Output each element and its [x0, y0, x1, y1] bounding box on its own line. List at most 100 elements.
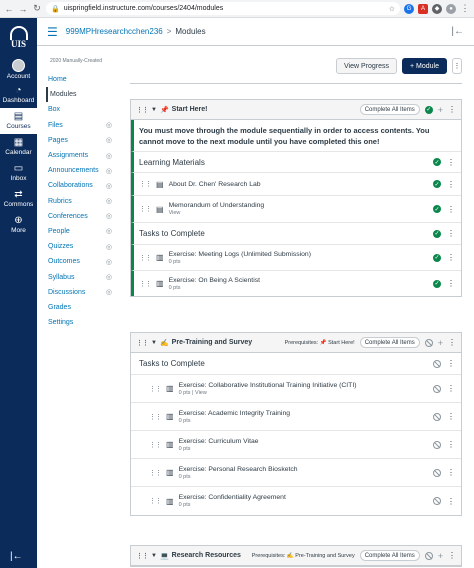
item-title[interactable]: Exercise: On Being A Scientist [169, 277, 260, 284]
star-icon[interactable]: ☆ [389, 5, 395, 13]
course-nav-item-grades[interactable]: Grades [46, 300, 116, 315]
drag-handle-icon[interactable]: ⋮⋮ [149, 497, 162, 505]
back-icon[interactable]: ← [4, 4, 14, 14]
course-nav-item-syllabus[interactable]: Syllabus ◎ [46, 269, 116, 284]
module-item[interactable]: ⋮⋮ ▥ Exercise: Personal Research Biosket… [131, 459, 461, 487]
complete-all-items-button[interactable]: Complete All Items [359, 550, 420, 561]
course-nav-item-settings[interactable]: Settings [46, 315, 116, 330]
item-title[interactable]: Exercise: Meeting Logs (Unlimited Submis… [169, 251, 311, 258]
item-title[interactable]: Exercise: Academic Integrity Training [179, 410, 290, 417]
item-title[interactable]: Exercise: Personal Research Biosketch [179, 466, 298, 473]
item-options-icon[interactable]: ⋮ [447, 229, 455, 238]
nav-account[interactable]: Account [0, 56, 37, 82]
item-options-icon[interactable]: ⋮ [447, 412, 455, 421]
item-options-icon[interactable]: ⋮ [447, 468, 455, 477]
extension-g-icon[interactable]: G [404, 3, 414, 14]
course-nav-item-announcements[interactable]: Announcements ◎ [46, 163, 116, 178]
course-nav-item-files[interactable]: Files ◎ [46, 118, 116, 133]
breadcrumb-course[interactable]: 999MPHresearchcchen236 [66, 27, 163, 36]
item-options-icon[interactable]: ⋮ [447, 205, 455, 214]
item-options-icon[interactable]: ⋮ [447, 158, 455, 167]
module-options-icon[interactable]: ⋮ [448, 551, 456, 560]
module-item[interactable]: ⋮⋮ ▥ Exercise: Meeting Logs (Unlimited S… [131, 245, 461, 271]
extension-icon[interactable]: ◆ [432, 3, 442, 14]
course-nav-item-collaborations[interactable]: Collaborations ◎ [46, 178, 116, 193]
drag-handle-icon[interactable]: ⋮⋮ [136, 339, 149, 347]
module-item[interactable]: ⋮⋮ ▤ Memorandum of Understanding View ✓ … [131, 196, 461, 223]
course-nav-item-people[interactable]: People ◎ [46, 224, 116, 239]
module-header[interactable]: ⋮⋮ ▼ ✍ Pre-Training and Survey Prerequis… [131, 333, 461, 353]
item-options-icon[interactable]: ⋮ [447, 253, 455, 262]
nav-inbox[interactable]: ▭ Inbox [0, 160, 37, 186]
item-options-icon[interactable]: ⋮ [447, 384, 455, 393]
drag-handle-icon[interactable]: ⋮⋮ [139, 180, 152, 188]
item-title[interactable]: Exercise: Confidentiality Agreement [179, 494, 286, 501]
item-title[interactable]: Exercise: Collaborative Institutional Tr… [179, 382, 357, 389]
course-nav-item-home[interactable]: Home [46, 72, 116, 87]
forward-icon[interactable]: → [18, 4, 28, 14]
hamburger-menu-icon[interactable]: ☰ [47, 25, 58, 39]
collapse-nav-icon[interactable]: |← [10, 551, 23, 562]
nav-more[interactable]: ⊕ More [0, 212, 37, 238]
item-options-icon[interactable]: ⋮ [447, 180, 455, 189]
course-nav-item-outcomes[interactable]: Outcomes ◎ [46, 254, 116, 269]
uis-logo[interactable]: UIS [0, 18, 37, 56]
item-title[interactable]: Exercise: Curriculum Vitae [179, 438, 259, 445]
view-progress-button[interactable]: View Progress [335, 58, 397, 74]
module-item[interactable]: ⋮⋮ ▥ Exercise: On Being A Scientist 0 pt… [131, 271, 461, 296]
course-nav-item-conferences[interactable]: Conferences ◎ [46, 209, 116, 224]
add-module-button[interactable]: + Module [402, 58, 447, 74]
course-nav-item-assignments[interactable]: Assignments ◎ [46, 148, 116, 163]
module-item[interactable]: ⋮⋮ ▥ Exercise: Curriculum Vitae 0 pts ⋮ [131, 431, 461, 459]
nav-calendar[interactable]: ▦ Calendar [0, 134, 37, 160]
course-nav-item-pages[interactable]: Pages ◎ [46, 133, 116, 148]
course-nav-item-quizzes[interactable]: Quizzes ◎ [46, 239, 116, 254]
module-header[interactable]: ⋮⋮ ▼ 💻 Research Resources Prerequisites:… [131, 546, 461, 566]
item-options-icon[interactable]: ⋮ [447, 497, 455, 506]
module-options-icon[interactable]: ⋮ [448, 338, 456, 347]
module-item[interactable]: ⋮⋮ ▥ Exercise: Collaborative Institution… [131, 375, 461, 403]
nav-commons[interactable]: ⇄ Commons [0, 186, 37, 212]
complete-all-items-button[interactable]: Complete All Items [359, 104, 420, 115]
reload-icon[interactable]: ↻ [32, 3, 42, 14]
module-item[interactable]: ⋮⋮ ▤ About Dr. Chen' Research Lab ✓ ⋮ [131, 173, 461, 196]
collapse-caret-icon[interactable]: ▼ [151, 107, 157, 113]
add-item-icon[interactable]: + [438, 551, 443, 561]
profile-avatar-icon[interactable]: ● [446, 3, 456, 14]
nav-courses[interactable]: ▤ Courses [0, 108, 37, 134]
collapse-caret-icon[interactable]: ▼ [151, 553, 157, 559]
collapse-caret-icon[interactable]: ▼ [151, 340, 157, 346]
module-options-icon[interactable]: ⋮ [448, 105, 456, 114]
drag-handle-icon[interactable]: ⋮⋮ [149, 385, 162, 393]
more-options-icon[interactable]: ⋮ [452, 58, 462, 74]
course-nav-label: Files [48, 121, 63, 129]
item-title[interactable]: Memorandum of Understanding [169, 202, 265, 209]
add-item-icon[interactable]: + [438, 338, 443, 348]
nav-dashboard[interactable]: ◔ Dashboard [0, 82, 37, 108]
drag-handle-icon[interactable]: ⋮⋮ [139, 280, 152, 288]
course-nav-item-modules[interactable]: Modules [46, 87, 116, 103]
module-item[interactable]: ⋮⋮ ▥ Exercise: Academic Integrity Traini… [131, 403, 461, 431]
address-bar[interactable]: 🔒 uispringfield.instructure.com/courses/… [46, 2, 400, 15]
drag-handle-icon[interactable]: ⋮⋮ [136, 106, 149, 114]
browser-menu-icon[interactable]: ⋮ [460, 3, 470, 14]
complete-all-items-button[interactable]: Complete All Items [359, 337, 420, 348]
item-options-icon[interactable]: ⋮ [447, 279, 455, 288]
add-item-icon[interactable]: + [438, 105, 443, 115]
drag-handle-icon[interactable]: ⋮⋮ [136, 552, 149, 560]
drag-handle-icon[interactable]: ⋮⋮ [139, 254, 152, 262]
module-header[interactable]: ⋮⋮ ▼ 📌 Start Here! Complete All Items ✓ … [131, 100, 461, 120]
course-nav-item-rubrics[interactable]: Rubrics ◎ [46, 194, 116, 209]
course-nav-item-discussions[interactable]: Discussions ◎ [46, 285, 116, 300]
drag-handle-icon[interactable]: ⋮⋮ [149, 441, 162, 449]
item-options-icon[interactable]: ⋮ [447, 359, 455, 368]
drag-handle-icon[interactable]: ⋮⋮ [149, 413, 162, 421]
course-nav-item-box[interactable]: Box [46, 102, 116, 117]
drag-handle-icon[interactable]: ⋮⋮ [139, 205, 152, 213]
item-options-icon[interactable]: ⋮ [447, 440, 455, 449]
student-view-icon[interactable]: |← [451, 26, 464, 37]
extension-pdf-icon[interactable]: A [418, 3, 428, 14]
drag-handle-icon[interactable]: ⋮⋮ [149, 469, 162, 477]
item-title[interactable]: About Dr. Chen' Research Lab [169, 181, 261, 188]
module-item[interactable]: ⋮⋮ ▥ Exercise: Confidentiality Agreement… [131, 487, 461, 515]
